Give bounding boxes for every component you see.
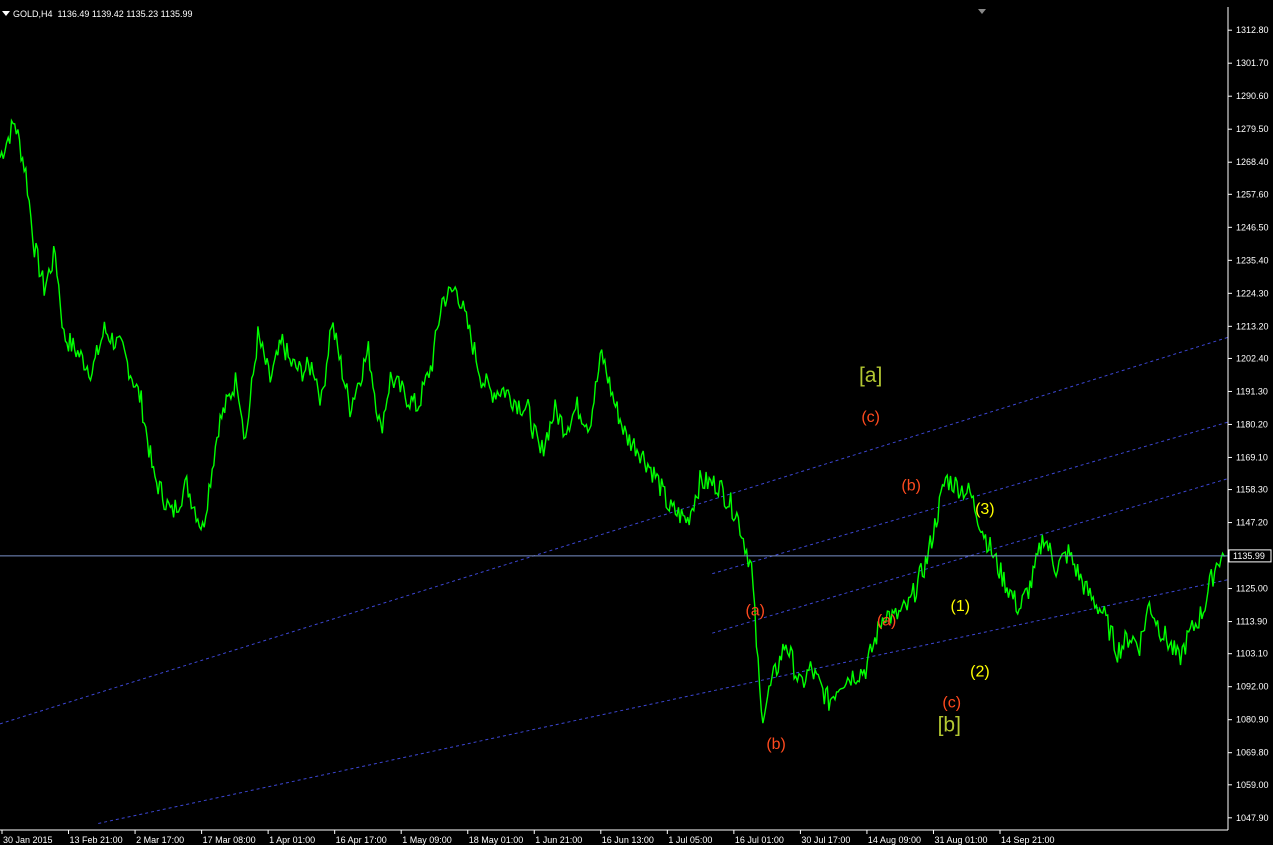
x-tick-label-11: 16 Jul 01:00 [735, 835, 784, 845]
x-tick-label-9: 16 Jun 13:00 [602, 835, 654, 845]
x-tick-label-7: 18 May 01:00 [469, 835, 524, 845]
x-tick-label-8: 1 Jun 21:00 [535, 835, 582, 845]
chart-background [0, 0, 1273, 845]
ohlc-values: 1136.49 1139.42 1135.23 1135.99 [57, 9, 193, 19]
wave-label-6: (1) [951, 598, 971, 615]
wave-label-7: (2) [970, 663, 990, 680]
x-tick-label-5: 16 Apr 17:00 [336, 835, 387, 845]
symbol-label: GOLD,H4 [13, 9, 53, 19]
x-tick-label-14: 31 Aug 01:00 [934, 835, 987, 845]
y-tick-label-7: 1235.40 [1236, 255, 1269, 265]
x-tick-label-12: 30 Jul 17:00 [801, 835, 850, 845]
y-tick-label-16: 1125.00 [1236, 584, 1268, 594]
wave-label-8: (c) [942, 695, 961, 712]
y-tick-label-18: 1103.10 [1236, 649, 1268, 659]
wave-label-5: (a) [877, 613, 897, 630]
y-tick-label-10: 1202.40 [1236, 353, 1269, 363]
y-tick-label-6: 1246.50 [1236, 222, 1269, 232]
y-tick-label-3: 1279.50 [1236, 124, 1269, 134]
x-tick-label-10: 1 Jul 05:00 [668, 835, 712, 845]
y-tick-label-20: 1080.90 [1236, 715, 1269, 725]
y-tick-label-21: 1069.80 [1236, 748, 1269, 758]
current-price-label: 1135.99 [1233, 551, 1265, 561]
y-tick-label-23: 1047.90 [1236, 813, 1269, 823]
wave-label-3: (3) [975, 501, 995, 518]
y-tick-label-4: 1268.40 [1236, 157, 1269, 167]
y-tick-label-14: 1158.30 [1236, 485, 1268, 495]
y-tick-label-5: 1257.60 [1236, 189, 1269, 199]
y-tick-label-2: 1290.60 [1236, 91, 1269, 101]
wave-label-1: (c) [861, 409, 880, 426]
wave-label-9: [b] [938, 713, 961, 736]
x-tick-label-13: 14 Aug 09:00 [868, 835, 921, 845]
y-tick-label-9: 1213.20 [1236, 321, 1269, 331]
x-tick-label-4: 1 Apr 01:00 [269, 835, 315, 845]
dropdown-triangle-icon[interactable] [2, 11, 10, 16]
y-tick-label-22: 1059.00 [1236, 780, 1269, 790]
y-tick-label-1: 1301.70 [1236, 58, 1269, 68]
y-tick-label-19: 1092.00 [1236, 682, 1269, 692]
chart-header: GOLD,H4 1136.49 1139.42 1135.23 1135.99 [2, 9, 193, 19]
y-tick-label-15: 1147.20 [1236, 518, 1268, 528]
y-tick-label-13: 1169.10 [1236, 452, 1268, 462]
y-tick-label-0: 1312.80 [1236, 25, 1269, 35]
y-tick-label-11: 1191.30 [1236, 386, 1268, 396]
x-tick-label-15: 14 Sep 21:00 [1001, 835, 1055, 845]
y-tick-label-8: 1224.30 [1236, 288, 1269, 298]
x-tick-label-2: 2 Mar 17:00 [136, 835, 184, 845]
wave-label-2: (b) [901, 477, 921, 494]
price-chart[interactable]: [a](c)(b)(3)(a)(a)(1)(2)(c)[b](b)1312.80… [0, 0, 1273, 845]
x-tick-label-1: 13 Feb 21:00 [70, 835, 123, 845]
wave-label-4: (a) [745, 602, 765, 619]
wave-label-10: (b) [766, 736, 786, 753]
wave-label-0: [a] [859, 364, 882, 387]
y-tick-label-17: 1113.90 [1236, 617, 1267, 627]
x-tick-label-3: 17 Mar 08:00 [203, 835, 256, 845]
y-tick-label-12: 1180.20 [1236, 419, 1268, 429]
x-tick-label-0: 30 Jan 2015 [3, 835, 53, 845]
x-tick-label-6: 1 May 09:00 [402, 835, 452, 845]
chart-window[interactable]: [a] (c) (b) (3) (a) (a) (1) (2) (c) [b] (b) 1312.80… [0, 0, 1273, 845]
